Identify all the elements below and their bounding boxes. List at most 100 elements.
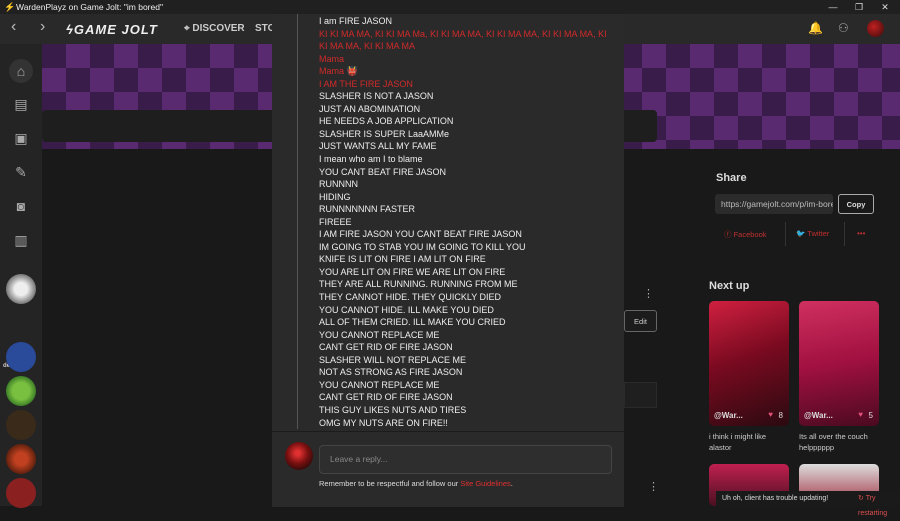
comment-line: HIDING [319, 191, 351, 202]
next-up-heading: Next up [709, 280, 750, 292]
comment-line: I AM FIRE JASON YOU CANT BEAT FIRE JASON [319, 229, 522, 240]
edit-button[interactable]: Edit [624, 310, 657, 332]
discover-link[interactable]: ⌖ DISCOVER [184, 23, 245, 34]
comment-line: JUST WANTS ALL MY FAME [319, 141, 437, 152]
comment-line: CANT GET RID OF FIRE JASON [319, 342, 453, 353]
card-likes: 5 [868, 411, 873, 420]
comment-line: SLASHER IS NOT A JASON [319, 91, 434, 102]
comment-line: YOU CANNOT REPLACE ME [319, 379, 440, 390]
gamejolt-app-icon: ⚡ [4, 2, 16, 12]
next-up-card-1[interactable]: @War... ♥ 8 [709, 301, 789, 426]
comment-line: THIS GUY LIKES NUTS AND TIRES [319, 404, 467, 415]
home-icon[interactable]: ⌂ [9, 59, 33, 83]
store-icon[interactable]: ▤ [9, 92, 33, 116]
copy-link-button[interactable]: Copy [838, 194, 874, 214]
heart-icon: ♥ [858, 410, 863, 419]
comment-line: YOU CANNOT HIDE. ILL MAKE YOU DIED [319, 304, 494, 315]
guidelines-period: . [510, 479, 513, 488]
left-sidebar: ⌂ ▤ ▣ ✎ ◙ ▥ deltarune [0, 44, 42, 508]
community-avatar-4[interactable] [6, 376, 36, 406]
facebook-icon: ⓕ [724, 230, 734, 239]
next-up-card-2[interactable]: @War... ♥ 5 [799, 301, 879, 426]
reply-user-avatar [285, 442, 313, 470]
discover-label: DISCOVER [192, 23, 245, 34]
comment-line: CANT GET RID OF FIRE JASON [319, 392, 453, 403]
card-user: @War... [804, 411, 833, 420]
comment-line: NOT AS STRONG AS FIRE JASON [319, 367, 463, 378]
comment-line: THEY CANNOT HIDE. THEY QUICKLY DIED [319, 292, 502, 303]
guidelines-note: Remember to be respectful and follow our… [319, 479, 513, 488]
guidelines-text: Remember to be respectful and follow our [319, 479, 461, 488]
comment-line: RUNNNN [319, 179, 358, 190]
comment-line: FIREEE [319, 216, 352, 227]
share-heading: Share [716, 172, 747, 184]
heart-icon: ♥ [768, 410, 773, 419]
reply-input[interactable]: Leave a reply... [319, 445, 612, 474]
comment-line: SLASHER WILL NOT REPLACE ME [319, 354, 467, 365]
comment-line: IM GOING TO STAB YOU IM GOING TO KILL YO… [319, 241, 526, 252]
comment-line: Mama 👹 [319, 66, 358, 77]
share-more-button[interactable]: ••• [857, 229, 865, 238]
forward-button[interactable]: › [40, 18, 45, 36]
comment-line: YOU ARE LIT ON FIRE WE ARE LIT ON FIRE [319, 266, 506, 277]
community-avatar-7[interactable] [6, 478, 36, 508]
back-button[interactable]: ‹ [11, 18, 16, 36]
share-divider [844, 222, 845, 246]
comment-line: SLASHER IS SUPER LaaAMMe [319, 128, 450, 139]
comment-line: I am FIRE JASON [319, 16, 393, 26]
comment-line: OMG MY NUTS ARE ON FIRE!! [319, 417, 448, 428]
logo-text: GAME JOLT [73, 22, 158, 37]
toast-message: Uh oh, client has trouble updating! [722, 495, 829, 502]
comment-line: ALL OF THEM CRIED. ILL MAKE YOU CRIED [319, 317, 506, 328]
comment-line: RUNNNNNNN FASTER [319, 204, 416, 215]
share-url-field[interactable]: https://gamejolt.com/p/im-bored [715, 194, 833, 214]
community-avatar-1[interactable] [6, 274, 36, 304]
site-guidelines-link[interactable]: Site Guidelines [460, 479, 510, 488]
comment-line: YOU CANNOT REPLACE ME [319, 329, 440, 340]
comment-line: THEY ARE ALL RUNNING. RUNNING FROM ME [319, 279, 518, 290]
user-avatar[interactable] [867, 20, 884, 37]
facebook-label: Facebook [733, 230, 767, 239]
card-caption[interactable]: i think i might like alastor [709, 431, 789, 453]
card-user: @War... [714, 411, 743, 420]
comment-line: I AM THE FIRE JASON [319, 78, 413, 89]
community-avatar-3[interactable] [6, 342, 36, 372]
chat-icon[interactable]: ◙ [9, 194, 33, 218]
comment-line: JUST AN ABOMINATION [319, 103, 421, 114]
comment-more-icon[interactable]: ⋮ [648, 480, 659, 493]
thread-line [297, 14, 298, 429]
library-icon[interactable]: ▥ [9, 228, 33, 252]
minimize-button[interactable]: — [820, 0, 846, 14]
friends-icon[interactable]: ⚇ [838, 21, 849, 35]
community-avatar-6[interactable] [6, 444, 36, 474]
twitter-icon: 🐦 [796, 229, 808, 238]
lightning-icon: ϟ [66, 22, 74, 37]
card-likes: 8 [778, 411, 783, 420]
community-avatar-5[interactable] [6, 410, 36, 440]
comment-body: I am FIRE JASON KI KI MA MA, KI KI MA Ma,… [319, 15, 612, 429]
brush-icon[interactable]: ✎ [9, 160, 33, 184]
restore-button[interactable]: ❐ [846, 0, 872, 14]
twitter-label: Twitter [807, 229, 830, 238]
post-more-icon[interactable]: ⋮ [643, 287, 654, 300]
card-caption[interactable]: Its all over the couch helpppppp [799, 431, 879, 453]
notifications-bell-icon[interactable]: 🔔 [808, 21, 823, 35]
comment-line: Mama [319, 53, 345, 64]
share-divider [785, 222, 786, 246]
window-titlebar: ⚡ WardenPlayz on Game Jolt: "im bored" —… [0, 0, 900, 14]
comment-line: YOU CANT BEAT FIRE JASON [319, 166, 447, 177]
comment-line: HE NEEDS A JOB APPLICATION [319, 116, 454, 127]
comment-line: KNIFE IS LIT ON FIRE I AM LIT ON FIRE [319, 254, 486, 265]
gamejolt-logo[interactable]: ϟGAME JOLT [66, 22, 158, 37]
comment-line: KI KI MA MA, KI KI MA Ma, KI KI MA MA, K… [319, 28, 607, 52]
refresh-icon: ↻ [858, 495, 866, 502]
share-facebook-link[interactable]: ⓕ Facebook [724, 229, 767, 240]
backpack-icon[interactable]: ▣ [9, 126, 33, 150]
update-toast: Uh oh, client has trouble updating! ↻ Tr… [716, 491, 900, 517]
comment-line: I mean who am I to blame [319, 154, 423, 165]
window-title: WardenPlayz on Game Jolt: "im bored" [16, 2, 163, 12]
close-window-button[interactable]: ✕ [872, 0, 898, 14]
try-restarting-link[interactable]: ↻ Try restarting [858, 491, 900, 521]
background-panel [624, 382, 657, 408]
share-twitter-link[interactable]: 🐦 Twitter [796, 229, 829, 238]
